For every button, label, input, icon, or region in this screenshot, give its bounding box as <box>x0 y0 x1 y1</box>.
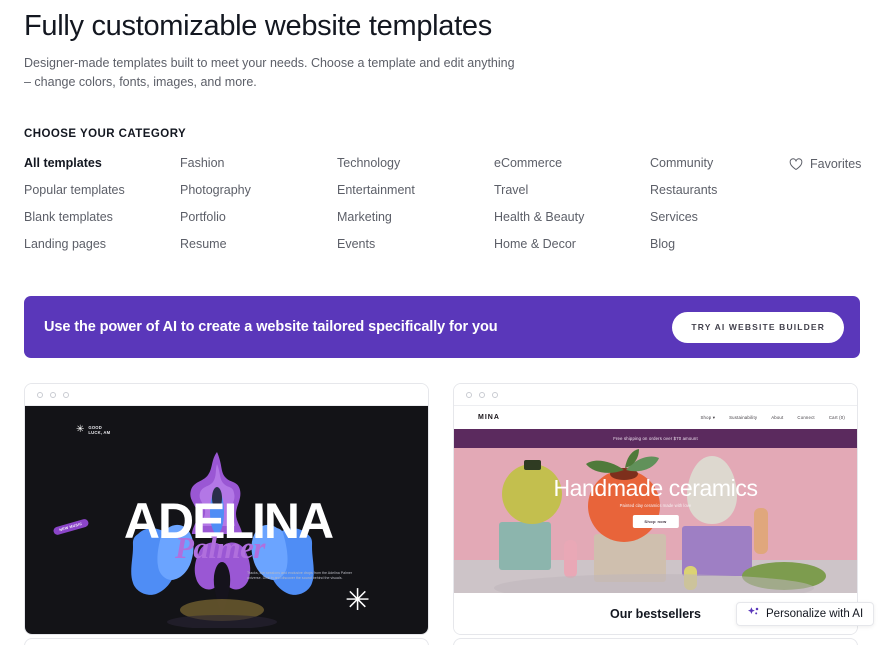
mina-shop-now-button[interactable]: Shop now <box>632 515 679 528</box>
adelina-paragraph: Tracks, live sessions and exclusive drop… <box>247 571 353 581</box>
category-item-landing-pages[interactable]: Landing pages <box>24 236 106 252</box>
category-item-blank-templates[interactable]: Blank templates <box>24 209 113 225</box>
mina-logo: MINA <box>478 414 500 421</box>
template-card-mina-ceramics[interactable]: MINA Shop ▾ Sustainability About Connect… <box>453 383 858 635</box>
category-item-entertainment[interactable]: Entertainment <box>337 182 415 198</box>
favorites-label: Favorites <box>810 157 862 171</box>
category-grid: All templates Fashion Technology eCommer… <box>24 155 864 252</box>
mina-navbar: MINA Shop ▾ Sustainability About Connect… <box>454 406 857 429</box>
adelina-logo-line2: LUCK, AM <box>88 430 111 436</box>
category-item-services[interactable]: Services <box>650 209 698 225</box>
ai-banner-text: Use the power of AI to create a website … <box>44 319 498 335</box>
category-item-marketing[interactable]: Marketing <box>337 209 392 225</box>
template-card-next-row-left[interactable] <box>24 638 429 645</box>
try-ai-website-builder-button[interactable]: TRY AI WEBSITE BUILDER <box>672 311 844 343</box>
page-title: Fully customizable website templates <box>24 10 492 42</box>
browser-dot-icon <box>37 391 43 398</box>
favorites-button[interactable]: Favorites <box>789 157 861 171</box>
category-item-portfolio[interactable]: Portfolio <box>180 209 226 225</box>
personalize-label: Personalize with AI <box>766 608 864 620</box>
mina-nav-link-sustainability[interactable]: Sustainability <box>729 415 757 420</box>
adelina-script-title: Palmer <box>175 530 266 565</box>
ai-sparkle-icon <box>747 606 760 622</box>
heart-icon <box>789 157 803 171</box>
category-heading: CHOOSE YOUR CATEGORY <box>24 128 187 140</box>
category-item-restaurants[interactable]: Restaurants <box>650 182 717 198</box>
category-item-ecommerce[interactable]: eCommerce <box>494 155 562 171</box>
browser-chrome-bar <box>454 384 857 406</box>
adelina-logo: ✳ GOOD LUCK, AM <box>76 425 110 436</box>
template-preview-adelina: ✳ GOOD LUCK, AM ADELINA Palmer NEW MUSIC… <box>25 406 428 634</box>
template-card-adelina-palmer[interactable]: ✳ GOOD LUCK, AM ADELINA Palmer NEW MUSIC… <box>24 383 429 635</box>
browser-chrome-bar <box>25 384 428 406</box>
mina-hero: Handmade ceramics Painted clay ceramics … <box>454 448 857 593</box>
templates-page: Fully customizable website templates Des… <box>0 0 880 645</box>
browser-dot-icon <box>466 391 472 398</box>
category-item-travel[interactable]: Travel <box>494 182 528 198</box>
template-card-next-row-right[interactable] <box>453 638 858 645</box>
mina-nav-link-about[interactable]: About <box>771 415 783 420</box>
category-item-home-decor[interactable]: Home & Decor <box>494 236 576 252</box>
browser-dot-icon <box>50 391 56 398</box>
category-item-all-templates[interactable]: All templates <box>24 155 102 171</box>
category-item-popular-templates[interactable]: Popular templates <box>24 182 125 198</box>
browser-dot-icon <box>492 391 498 398</box>
category-item-resume[interactable]: Resume <box>180 236 227 252</box>
browser-dot-icon <box>479 391 485 398</box>
category-item-blog[interactable]: Blog <box>650 236 675 252</box>
mina-nav-link-cart[interactable]: Cart (0) <box>829 415 845 420</box>
mina-nav-link-connect[interactable]: Connect <box>797 415 814 420</box>
category-item-technology[interactable]: Technology <box>337 155 400 171</box>
mina-bestsellers-title: Our bestsellers <box>609 607 701 621</box>
personalize-with-ai-button[interactable]: Personalize with AI <box>736 602 875 626</box>
category-item-fashion[interactable]: Fashion <box>180 155 224 171</box>
mina-hero-title: Handmade ceramics <box>553 475 758 501</box>
template-preview-mina: MINA Shop ▾ Sustainability About Connect… <box>454 406 857 634</box>
mina-promo-text: Free shipping on orders over $70 amount <box>613 436 698 441</box>
starburst-icon: ✳ <box>76 424 85 436</box>
page-subtitle: Designer-made templates built to meet yo… <box>24 56 515 89</box>
category-item-health-beauty[interactable]: Health & Beauty <box>494 209 584 225</box>
category-item-community[interactable]: Community <box>650 155 713 171</box>
mina-promo-bar: Free shipping on orders over $70 amount <box>454 429 857 448</box>
mina-nav-links: Shop ▾ Sustainability About Connect Cart… <box>700 415 845 421</box>
category-item-events[interactable]: Events <box>337 236 375 252</box>
category-item-photography[interactable]: Photography <box>180 182 251 198</box>
mina-hero-subtitle: Painted clay ceramics made with love <box>619 503 692 508</box>
browser-dot-icon <box>63 391 69 398</box>
ai-website-builder-banner: Use the power of AI to create a website … <box>24 296 860 358</box>
starburst-icon: ✳ <box>345 584 371 617</box>
mina-nav-link-shop[interactable]: Shop ▾ <box>700 415 715 421</box>
